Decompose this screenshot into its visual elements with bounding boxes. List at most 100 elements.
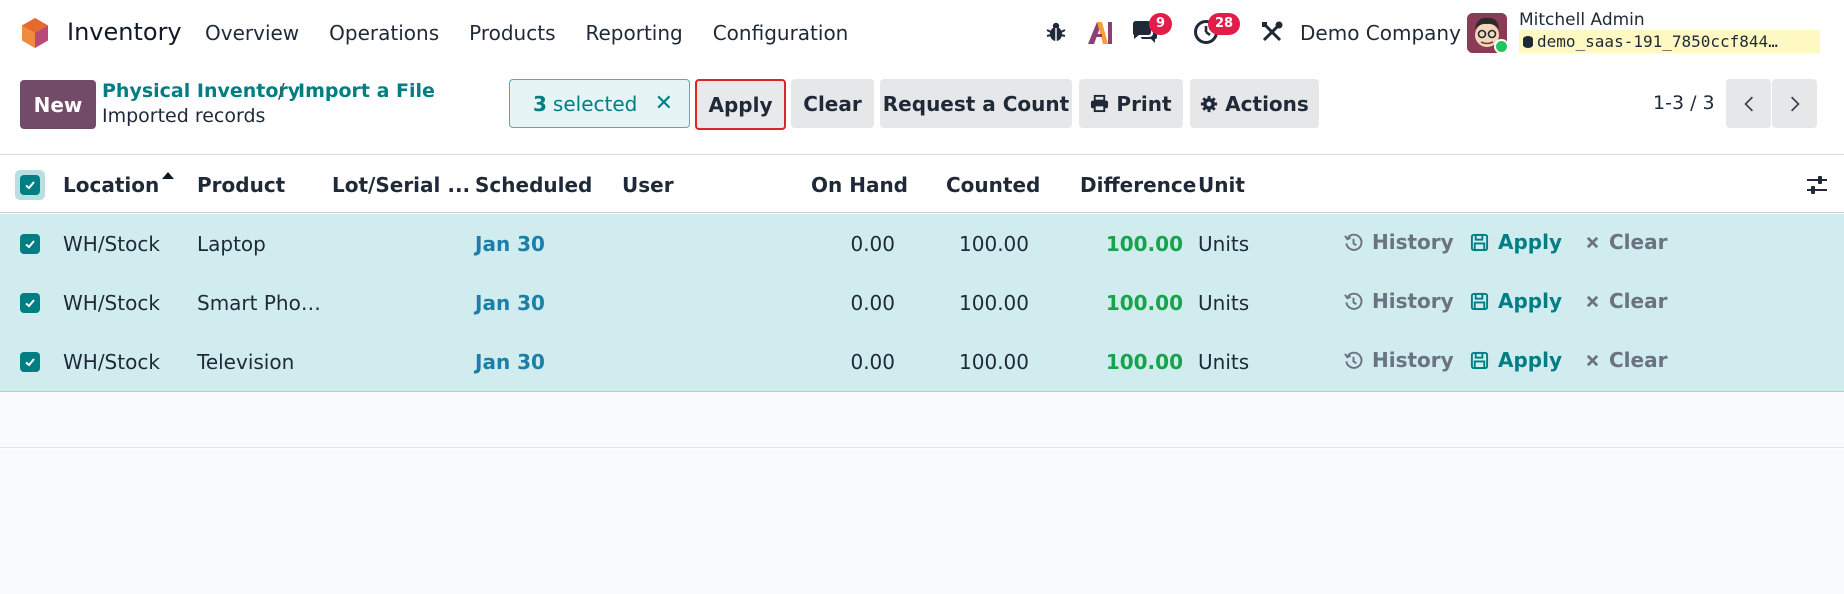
chevron-left-icon	[1743, 96, 1753, 111]
request-count-button[interactable]: Request a Count	[880, 79, 1072, 128]
row-checkbox[interactable]	[20, 234, 40, 254]
cell-unit: Units	[1198, 232, 1250, 256]
table-header: Location Product Lot/Serial ... Schedule…	[0, 155, 1844, 213]
cell-product[interactable]: Smart Pho…	[197, 291, 321, 315]
column-on-hand[interactable]: On Hand	[811, 173, 908, 197]
close-icon	[1585, 235, 1600, 250]
gear-icon	[1200, 95, 1218, 113]
actions-button[interactable]: Actions	[1190, 79, 1319, 128]
settings-sliders-icon[interactable]	[1806, 174, 1828, 196]
database-icon	[1523, 36, 1533, 48]
history-button[interactable]: History	[1344, 348, 1454, 372]
cell-location[interactable]: WH/Stock	[63, 232, 160, 256]
row-checkbox[interactable]	[20, 293, 40, 313]
cell-counted[interactable]: 100.00	[959, 232, 1029, 256]
pager-next-button[interactable]	[1772, 79, 1817, 128]
cell-counted[interactable]: 100.00	[959, 350, 1029, 374]
row-clear-label: Clear	[1609, 230, 1668, 254]
cell-product[interactable]: Laptop	[197, 232, 266, 256]
row-apply-label: Apply	[1498, 289, 1563, 313]
table-row[interactable]: WH/Stock Smart Pho… Jan 30 0.00 100.00 1…	[0, 273, 1844, 333]
company-switcher[interactable]: Demo Company	[1300, 21, 1461, 45]
history-label: History	[1372, 289, 1454, 313]
app-name[interactable]: Inventory	[67, 18, 182, 46]
history-icon	[1344, 351, 1363, 370]
save-icon	[1470, 351, 1489, 370]
cell-on-hand[interactable]: 0.00	[850, 232, 895, 256]
cell-difference: 100.00	[1105, 291, 1183, 315]
cell-on-hand[interactable]: 0.00	[850, 291, 895, 315]
apply-button[interactable]: Apply	[695, 79, 786, 130]
column-lot-serial[interactable]: Lot/Serial ...	[332, 173, 470, 197]
cell-location[interactable]: WH/Stock	[63, 291, 160, 315]
table-row[interactable]: WH/Stock Television Jan 30 0.00 100.00 1…	[0, 332, 1844, 392]
tools-icon[interactable]	[1260, 20, 1284, 44]
print-button[interactable]: Print	[1079, 79, 1183, 128]
row-checkbox[interactable]	[20, 352, 40, 372]
cell-scheduled[interactable]: Jan 30	[475, 232, 545, 256]
new-button[interactable]: New	[20, 80, 96, 129]
history-button[interactable]: History	[1344, 289, 1454, 313]
pager-value[interactable]: 1-3 / 3	[1653, 92, 1715, 114]
top-navbar: Inventory Overview Operations Products R…	[0, 0, 1844, 64]
row-clear-button[interactable]: Clear	[1585, 348, 1667, 372]
database-name: demo_saas-191_7850ccf844…	[1519, 30, 1820, 53]
breadcrumb-import-file[interactable]: Import a File	[298, 80, 435, 102]
row-clear-button[interactable]: Clear	[1585, 289, 1667, 313]
menu-operations[interactable]: Operations	[329, 21, 439, 45]
column-difference[interactable]: Difference	[1080, 173, 1196, 197]
cell-location[interactable]: WH/Stock	[63, 350, 160, 374]
row-apply-button[interactable]: Apply	[1470, 230, 1562, 254]
user-name[interactable]: Mitchell Admin	[1519, 10, 1645, 30]
cell-on-hand[interactable]: 0.00	[850, 350, 895, 374]
column-counted[interactable]: Counted	[946, 173, 1040, 197]
main-menu: Overview Operations Products Reporting C…	[205, 21, 878, 45]
pager-previous-button[interactable]	[1726, 79, 1771, 128]
ai-icon[interactable]	[1086, 20, 1114, 46]
bug-icon[interactable]	[1044, 20, 1068, 44]
cell-product[interactable]: Television	[197, 350, 294, 374]
cell-unit: Units	[1198, 291, 1250, 315]
cell-difference: 100.00	[1105, 232, 1183, 256]
column-location[interactable]: Location	[63, 173, 159, 197]
history-label: History	[1372, 348, 1454, 372]
row-clear-label: Clear	[1609, 289, 1668, 313]
table-row[interactable]: WH/Stock Laptop Jan 30 0.00 100.00 100.0…	[0, 214, 1844, 274]
save-icon	[1470, 292, 1489, 311]
cell-scheduled[interactable]: Jan 30	[475, 350, 545, 374]
menu-reporting[interactable]: Reporting	[585, 21, 682, 45]
odoo-logo-icon[interactable]	[20, 17, 50, 49]
row-clear-button[interactable]: Clear	[1585, 230, 1667, 254]
actions-label: Actions	[1225, 91, 1309, 116]
column-scheduled[interactable]: Scheduled	[475, 173, 592, 197]
history-label: History	[1372, 230, 1454, 254]
selected-count: 3	[533, 91, 547, 116]
print-icon	[1090, 94, 1109, 113]
column-user[interactable]: User	[622, 173, 674, 197]
menu-configuration[interactable]: Configuration	[713, 21, 849, 45]
selection-indicator: 3 selected ✕	[509, 79, 690, 128]
history-button[interactable]: History	[1344, 230, 1454, 254]
breadcrumb-physical-inventory[interactable]: Physical Inventory	[102, 80, 300, 102]
menu-overview[interactable]: Overview	[205, 21, 299, 45]
cell-scheduled[interactable]: Jan 30	[475, 291, 545, 315]
column-product[interactable]: Product	[197, 173, 285, 197]
close-icon	[1585, 294, 1600, 309]
column-unit[interactable]: Unit	[1198, 173, 1245, 197]
select-all-checkbox[interactable]	[20, 175, 40, 195]
close-icon[interactable]: ✕	[655, 91, 673, 116]
activities-badge: 28	[1208, 13, 1241, 35]
messages-badge: 9	[1149, 13, 1173, 35]
row-apply-button[interactable]: Apply	[1470, 289, 1562, 313]
page-title: Imported records	[102, 105, 266, 127]
menu-products[interactable]: Products	[469, 21, 555, 45]
online-status-dot	[1494, 39, 1509, 54]
history-icon	[1344, 233, 1363, 252]
clear-button[interactable]: Clear	[791, 79, 874, 128]
row-apply-label: Apply	[1498, 348, 1563, 372]
row-apply-button[interactable]: Apply	[1470, 348, 1562, 372]
cell-counted[interactable]: 100.00	[959, 291, 1029, 315]
history-icon	[1344, 292, 1363, 311]
save-icon	[1470, 233, 1489, 252]
sort-up-icon	[162, 172, 174, 179]
